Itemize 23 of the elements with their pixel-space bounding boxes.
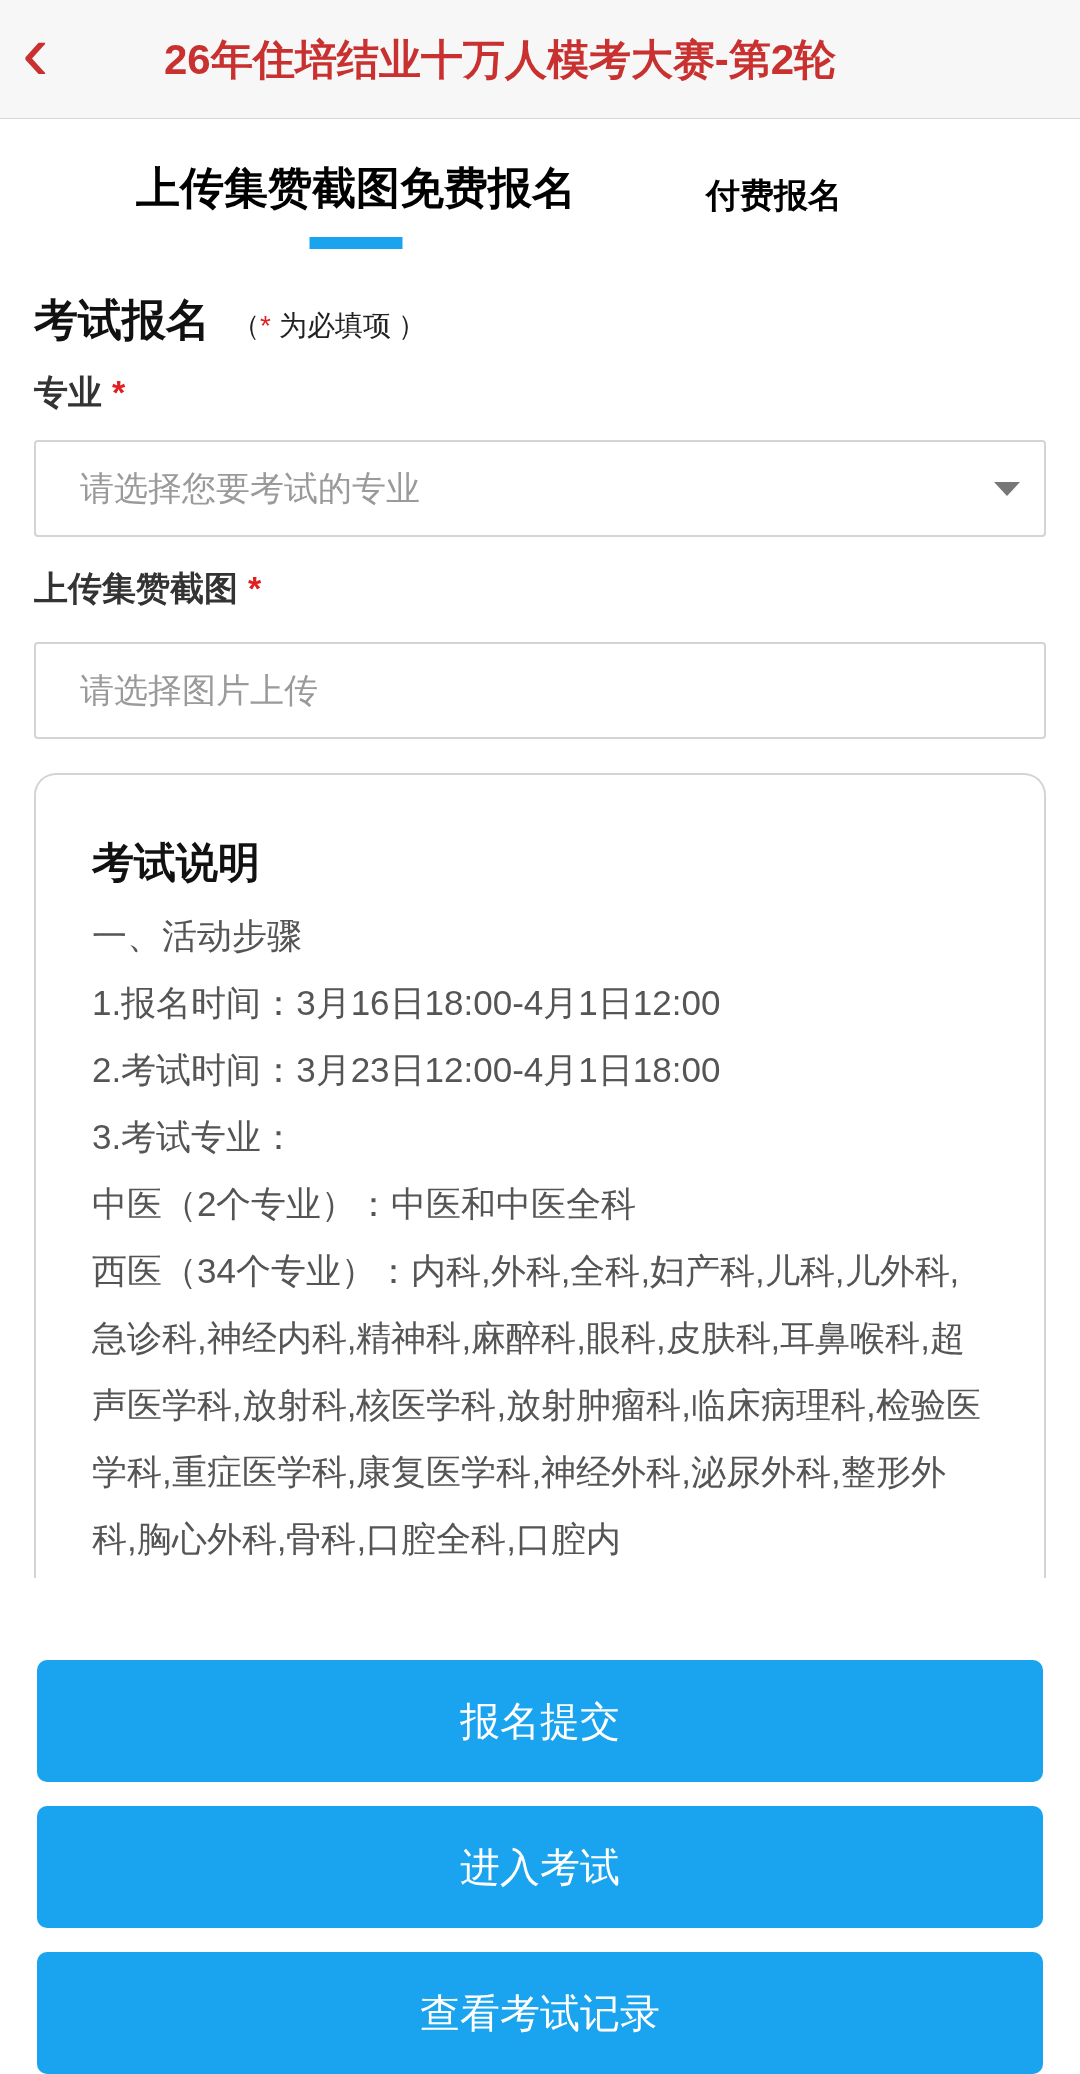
required-mark: * <box>112 372 126 413</box>
field-label: 上传集赞截图 <box>34 568 238 609</box>
upload-field[interactable]: 请选择图片上传 <box>34 642 1046 739</box>
info-text: 西医（34个专业）：内科,外科,全科,妇产科,儿科,儿外科,急诊科,神经内科,精神科,麻醉科,眼科,皮肤科,耳鼻喉科,超声医学科,放射科,核医学科,放射肿瘤科,临床病理科,检验医学科,重症医学科,康复医学科,神经外科,泌尿外科,整形外科,胸心外科,骨科,口腔全科,口腔内 <box>92 1250 982 1560</box>
action-button[interactable]: 查看考试记录 <box>37 1952 1043 2074</box>
tab[interactable]: 付费报名 <box>706 170 842 249</box>
info-title: 考试说明 <box>92 838 261 888</box>
info-text: 3.考试专业： <box>92 1116 298 1158</box>
page-title: 26年住培结业十万人模考大赛-第2轮 <box>164 34 837 85</box>
field-label: 专业 <box>34 372 102 413</box>
dropdown-caret-icon <box>994 481 1020 496</box>
info-text: 中医（2个专业）：中医和中医全科 <box>92 1183 638 1225</box>
select-field[interactable]: 请选择您要考试的专业 <box>34 440 1046 537</box>
info-text: 2.考试时间：3月23日12:00-4月1日18:00 <box>92 1049 722 1091</box>
info-text: 1.报名时间：3月16日18:00-4月1日12:00 <box>92 982 722 1024</box>
required-mark: * <box>248 568 262 609</box>
form-title: 考试报名 <box>34 294 210 346</box>
action-button[interactable]: 进入考试 <box>37 1806 1043 1928</box>
back-button[interactable]: ‹ <box>0 13 120 93</box>
info-text: 一、活动步骤 <box>92 915 303 957</box>
action-button[interactable]: 报名提交 <box>37 1660 1043 1782</box>
tab[interactable]: 上传集赞截图免费报名 <box>136 155 576 249</box>
required-note: （* 为必填项 ） <box>232 309 427 343</box>
